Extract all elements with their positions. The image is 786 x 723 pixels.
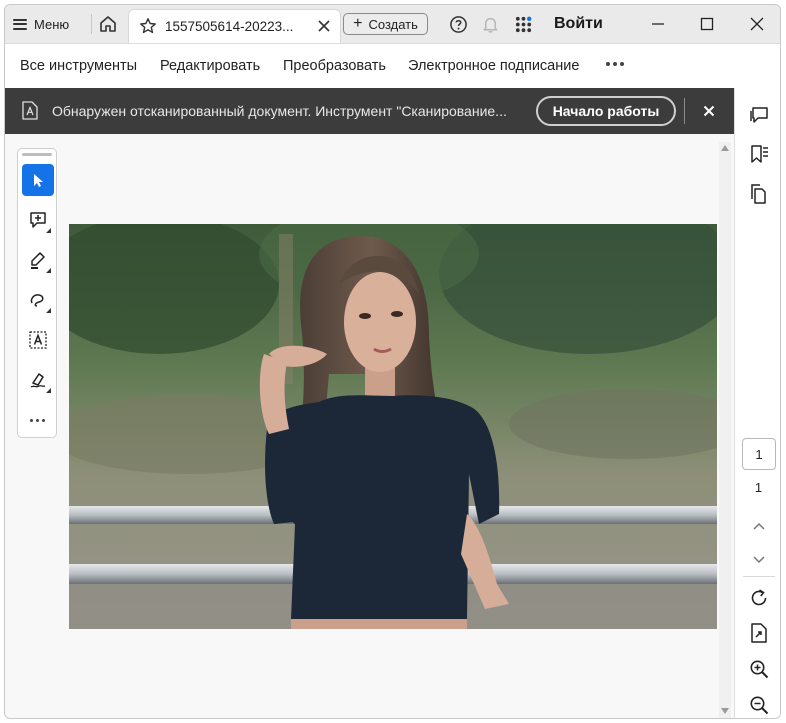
scroll-up-arrow-icon[interactable] (721, 145, 729, 151)
star-icon[interactable] (139, 17, 157, 35)
menu-button[interactable]: Меню (13, 12, 91, 36)
title-bar: Меню 1557505614-20223... + Создать Войти (5, 5, 780, 44)
get-started-button[interactable]: Начало работы (536, 96, 676, 126)
vertical-scrollbar[interactable] (719, 142, 731, 718)
document-page-image (69, 224, 717, 629)
menu-edit[interactable]: Редактировать (160, 58, 260, 74)
bookmark-icon[interactable] (748, 143, 770, 165)
highlight-icon (31, 252, 45, 269)
text-select-icon (29, 331, 47, 349)
tools-panel (17, 148, 57, 438)
apps-icon[interactable] (514, 15, 533, 34)
select-tool[interactable] (22, 164, 54, 196)
help-icon[interactable] (449, 15, 468, 34)
more-menu-icon[interactable] (606, 62, 624, 66)
menu-convert[interactable]: Преобразовать (283, 58, 386, 74)
chevron-down-icon[interactable] (748, 548, 770, 570)
bell-icon[interactable] (481, 15, 500, 34)
banner-message: Обнаружен отсканированный документ. Инст… (52, 103, 507, 119)
sign-in-link[interactable]: Войти (554, 15, 603, 33)
document-tab[interactable]: 1557505614-20223... (128, 9, 341, 43)
divider (743, 576, 775, 577)
plus-icon: + (353, 15, 363, 32)
pages-icon[interactable] (748, 183, 770, 205)
create-label: Создать (368, 16, 418, 32)
highlight-tool[interactable] (22, 244, 54, 276)
submenu-indicator (46, 228, 51, 233)
divider (684, 98, 685, 124)
maximize-icon (700, 17, 714, 31)
close-icon[interactable] (702, 104, 716, 118)
draw-tool[interactable] (22, 284, 54, 316)
create-button[interactable]: + Создать (343, 13, 428, 35)
tab-title: 1557505614-20223... (165, 19, 294, 34)
window-close-button[interactable] (741, 11, 773, 37)
divider (91, 14, 92, 34)
cursor-icon (34, 174, 43, 187)
submenu-indicator (46, 308, 51, 313)
maximize-button[interactable] (691, 11, 723, 37)
minimize-icon (652, 23, 664, 25)
chevron-up-icon[interactable] (748, 515, 770, 537)
scroll-down-arrow-icon[interactable] (721, 708, 729, 714)
menu-bar: Все инструменты Редактировать Преобразов… (5, 44, 780, 88)
add-comment-tool[interactable] (22, 204, 54, 236)
page-number-input[interactable]: 1 (742, 438, 776, 470)
close-icon (750, 17, 764, 31)
submenu-indicator (46, 388, 51, 393)
menu-all-tools[interactable]: Все инструменты (20, 58, 137, 74)
add-comment-icon (30, 212, 46, 228)
panel-grip[interactable] (22, 153, 52, 156)
sign-tool[interactable] (22, 364, 54, 396)
sign-icon (30, 373, 46, 388)
rotate-icon[interactable] (748, 587, 770, 609)
hamburger-icon (13, 18, 27, 30)
minimize-button[interactable] (642, 11, 674, 37)
scanned-document-icon (22, 101, 38, 120)
scan-notification-banner: Обнаружен отсканированный документ. Инст… (5, 88, 734, 134)
home-icon[interactable] (97, 13, 119, 35)
menu-label: Меню (34, 16, 70, 32)
zoom-in-icon[interactable] (748, 658, 770, 680)
submenu-indicator (46, 268, 51, 273)
text-select-tool[interactable] (22, 324, 54, 356)
extract-page-icon[interactable] (748, 622, 770, 644)
more-tools-icon[interactable] (30, 419, 45, 422)
close-icon[interactable] (317, 19, 331, 33)
draw-icon (30, 294, 44, 307)
right-panel: 1 1 (734, 88, 780, 718)
app-window: Меню 1557505614-20223... + Создать Войти… (4, 4, 781, 719)
menu-e-sign[interactable]: Электронное подписание (408, 58, 579, 74)
comment-icon[interactable] (748, 105, 770, 127)
page-total: 1 (754, 480, 763, 495)
zoom-out-icon[interactable] (748, 694, 770, 716)
photo-portrait (69, 224, 717, 629)
